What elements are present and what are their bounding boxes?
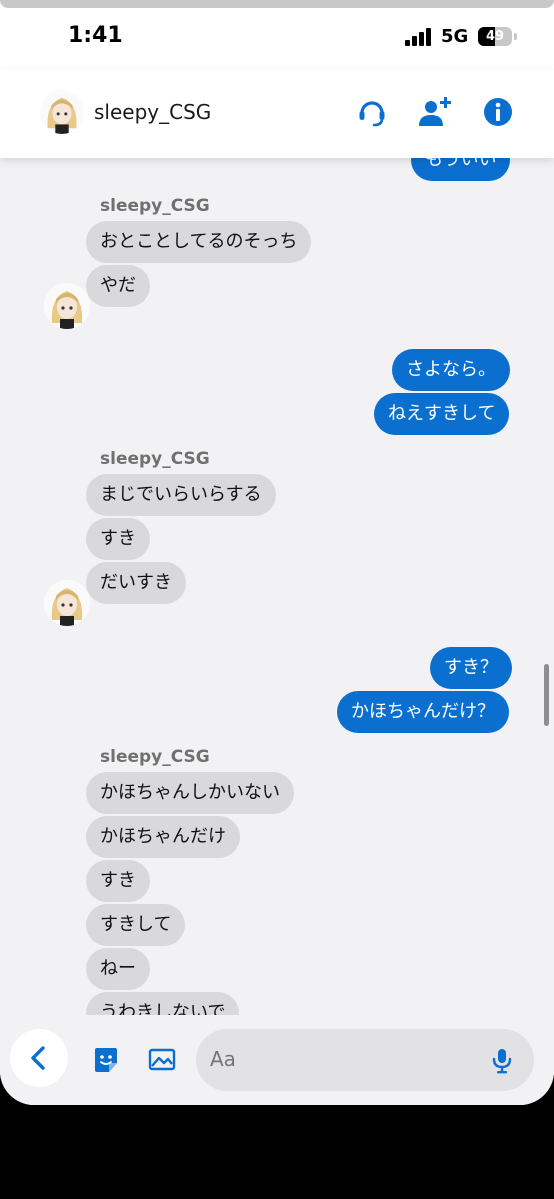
headset-icon[interactable] — [354, 94, 390, 130]
message-outgoing[interactable]: かほちゃんだけ？ — [337, 691, 509, 733]
network-type: 5G — [441, 26, 469, 47]
message-outgoing[interactable]: すき？ — [430, 647, 512, 689]
message-incoming[interactable]: ねー — [86, 948, 150, 990]
battery-level: 49 — [485, 29, 505, 44]
avatar[interactable] — [44, 580, 90, 626]
message-incoming[interactable]: やだ — [86, 265, 150, 307]
message-input-container[interactable] — [196, 1029, 534, 1091]
avatar-image — [40, 90, 84, 134]
info-icon[interactable] — [480, 94, 516, 130]
add-person-icon[interactable] — [416, 94, 452, 130]
message-outgoing[interactable]: ねえすきして — [374, 393, 510, 435]
back-button[interactable] — [10, 1029, 68, 1087]
message-incoming[interactable]: すきして — [86, 904, 186, 946]
clock: 1:41 — [68, 23, 123, 48]
phone-screen: もういい sleepy_CSG おとことしてるのそっち やだ さよなら。 ねえす… — [0, 0, 554, 1105]
sender-name: sleepy_CSG — [100, 747, 210, 767]
sticker-icon[interactable] — [91, 1045, 121, 1075]
battery-icon: 49 — [478, 27, 512, 46]
message-incoming[interactable]: かほちゃんだけ — [86, 816, 240, 858]
sender-name: sleepy_CSG — [100, 449, 210, 469]
contact-name[interactable]: sleepy_CSG — [94, 100, 211, 124]
device-top-edge — [0, 0, 554, 8]
sender-name: sleepy_CSG — [100, 196, 210, 216]
message-input[interactable] — [210, 1047, 470, 1071]
status-bar: 1:41 5G 49 — [0, 0, 554, 70]
avatar[interactable] — [44, 283, 90, 329]
avatar-image — [44, 580, 90, 626]
avatar-image — [44, 283, 90, 329]
contact-avatar[interactable] — [40, 90, 84, 134]
message-incoming[interactable]: かほちゃんしかいない — [86, 772, 294, 814]
mic-icon[interactable] — [488, 1046, 516, 1074]
message-incoming[interactable]: まじでいらいらする — [86, 474, 276, 516]
message-incoming[interactable]: すき — [86, 518, 150, 560]
image-icon[interactable] — [147, 1045, 177, 1075]
message-outgoing[interactable]: さよなら。 — [392, 349, 510, 391]
cellular-signal-icon — [405, 28, 435, 46]
back-chevron-icon — [31, 1046, 45, 1070]
message-incoming[interactable]: すき — [86, 860, 150, 902]
battery-tip — [514, 33, 517, 40]
chat-header: sleepy_CSG — [0, 70, 554, 158]
scrollbar[interactable] — [544, 664, 549, 726]
message-incoming[interactable]: おとことしてるのそっち — [86, 221, 312, 263]
composer-bar — [0, 1015, 554, 1105]
message-incoming[interactable]: だいすき — [86, 562, 186, 604]
message-list[interactable]: もういい sleepy_CSG おとことしてるのそっち やだ さよなら。 ねえす… — [0, 0, 554, 1105]
